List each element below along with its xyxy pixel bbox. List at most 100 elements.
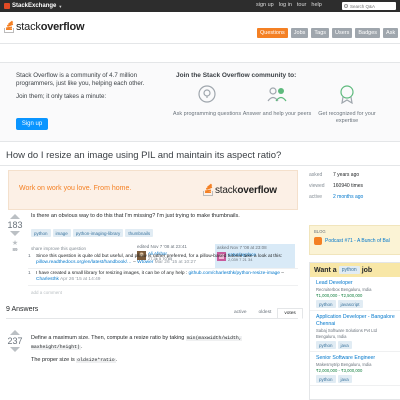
job-tag[interactable]: python <box>316 375 336 383</box>
stat-label: viewed <box>309 183 325 189</box>
nav-tags[interactable]: Tags <box>311 28 330 38</box>
job-title[interactable]: Senior Software Engineer <box>316 355 396 362</box>
comment-score: 1 <box>28 271 31 276</box>
stat-label: asked <box>309 172 323 178</box>
nav-badges[interactable]: Badges <box>355 28 381 38</box>
comment-user[interactable]: Charlesthk <box>36 277 59 282</box>
answer-vote-cell: 237 <box>7 330 23 352</box>
post-menu[interactable]: share improve this question <box>31 246 86 251</box>
ad-logo-wordmark: stackoverflow <box>215 185 277 196</box>
chat-bubble-icon <box>198 85 216 103</box>
answer-paragraph: Define a maximum size. Then, compute a r… <box>31 335 242 350</box>
job-tag[interactable]: java <box>337 341 352 349</box>
banner-intro-text: Stack Overflow is a community of 4.7 mil… <box>16 72 145 87</box>
comment-link[interactable]: github.com/charlesthk/python-resize-imag… <box>189 271 280 276</box>
question-vote-cell: 183 ★ 89 <box>7 214 23 252</box>
people-icon <box>267 87 287 102</box>
stackoverflow-logo[interactable]: stackoverflow <box>4 20 85 33</box>
nav-users[interactable]: Users <box>332 28 353 38</box>
job-tag[interactable]: python <box>316 341 336 349</box>
job-title[interactable]: Application Developer - Bangalore Chenna… <box>316 314 396 328</box>
feature-ask: Ask programming questions <box>172 84 242 118</box>
question-body: Is there an obvious way to do this that … <box>31 213 240 219</box>
job-tag[interactable]: javascript <box>337 300 363 308</box>
stat-active-link[interactable]: 2 months ago <box>333 192 363 203</box>
answer-paragraph: The proper size is oldsize*ratio. <box>31 357 118 363</box>
blog-item-title[interactable]: Podcast #71 - A Bunch of Bal <box>325 238 390 244</box>
feature-recognized: Get recognized for your expertise <box>312 84 382 125</box>
comment-date: Mar 26 '15 at 10:27 <box>154 260 196 265</box>
question-title[interactable]: How do I resize an image using PIL and m… <box>6 150 281 161</box>
feature-recognized-label: Get recognized for your expertise <box>318 111 376 124</box>
job-salary: ₹2,000,000 - ₹3,000,000 <box>316 368 363 373</box>
stat-asked: asked 7 years ago <box>309 170 399 181</box>
banner-heading: Join the Stack Overflow community to: <box>176 72 297 79</box>
comment-user[interactable]: Wtower <box>137 260 153 265</box>
job-listing[interactable]: Lead Developer Recruiterbox Bengaluru, I… <box>310 277 400 311</box>
job-listing[interactable]: Application Developer - Bangalore Chenna… <box>310 311 400 352</box>
job-company: Sabaj Software Solutions Pvt Ltd Bengalu… <box>316 328 377 339</box>
search-input[interactable] <box>350 3 394 9</box>
question-tags: python image python-imaging-library thum… <box>31 229 154 237</box>
tour-link[interactable]: tour <box>297 2 306 8</box>
asked-timestamp[interactable]: asked Nov 7 '08 at 23:08 <box>217 245 293 250</box>
feature-answer: Answer and help your peers <box>242 84 312 118</box>
site-header: stackoverflow Questions Jobs Tags Users … <box>0 12 400 44</box>
nav-jobs[interactable]: Jobs <box>290 28 309 38</box>
answers-divider <box>6 318 298 319</box>
search-icon <box>344 4 348 8</box>
favorite-star-icon[interactable]: ★ <box>7 240 23 247</box>
comment-score: 1 <box>28 254 31 259</box>
comment-body: I have created a small library for resiz… <box>36 271 284 282</box>
stackexchange-icon <box>4 3 10 9</box>
main-nav: Questions Jobs Tags Users Badges Ask <box>257 28 399 38</box>
edited-timestamp[interactable]: edited Nov 7 '08 at 23:41 <box>137 244 217 249</box>
stackexchange-label: StackExchange <box>12 3 57 9</box>
search-box[interactable] <box>342 2 396 10</box>
top-nav: sign up log in tour help <box>256 2 322 8</box>
help-link[interactable]: help <box>311 2 321 8</box>
signup-link[interactable]: sign up <box>256 2 274 8</box>
ad-logo: stackoverflow <box>203 183 277 196</box>
blog-widget: BLOG Podcast #71 - A Bunch of Bal <box>309 225 400 255</box>
comment-link[interactable]: pillow.readthedocs.org/en/latest/handboo… <box>36 260 132 265</box>
job-tag[interactable]: python <box>316 300 336 308</box>
signup-button[interactable]: Sign up <box>16 118 48 130</box>
stat-active: active 2 months ago <box>309 192 399 203</box>
job-tag[interactable]: java <box>337 375 352 383</box>
job-title[interactable]: Lead Developer <box>316 280 396 287</box>
inline-code: oldsize*ratio <box>76 358 116 363</box>
podcast-icon <box>314 237 322 245</box>
tag-image[interactable]: image <box>52 229 71 237</box>
feature-ask-label: Ask programming questions <box>172 111 242 117</box>
tag-thumbnails[interactable]: thumbnails <box>125 229 154 237</box>
job-ad-banner[interactable]: Work on work you love. From home. stacko… <box>8 170 298 210</box>
feature-answer-label: Answer and help your peers <box>242 111 312 117</box>
question-stats: asked 7 years ago viewed 160940 times ac… <box>309 170 399 203</box>
blog-item[interactable]: Podcast #71 - A Bunch of Bal <box>310 237 400 245</box>
comment-date: Apr 26 '15 at 14:49 <box>60 277 101 282</box>
banner-intro: Stack Overflow is a community of 4.7 mil… <box>16 72 156 106</box>
title-divider <box>0 165 400 166</box>
downvote-arrow-icon[interactable] <box>10 231 20 236</box>
login-link[interactable]: log in <box>279 2 292 8</box>
jobs-header: Want a python job <box>310 263 400 277</box>
stackexchange-logo[interactable]: StackExchange ▼ <box>4 2 62 10</box>
top-bar: StackExchange ▼ sign up log in tour help <box>0 0 400 12</box>
comment: 1 Since this question is quite old but u… <box>28 252 298 269</box>
tag-python[interactable]: python <box>31 229 51 237</box>
jobs-tag[interactable]: python <box>338 266 360 274</box>
stat-viewed: viewed 160940 times <box>309 181 399 192</box>
badge-icon <box>340 85 354 105</box>
comment-list: 1 Since this question is quite old but u… <box>28 252 298 286</box>
answer-vote-count: 237 <box>7 336 23 346</box>
add-comment-link[interactable]: add a comment <box>31 290 62 295</box>
banner-join-text: Join them; it only takes a minute: <box>16 93 107 100</box>
nav-questions[interactable]: Questions <box>257 28 288 38</box>
downvote-arrow-icon[interactable] <box>10 347 20 352</box>
job-listing[interactable]: Senior Software Engineer Makesmytrip Ben… <box>310 352 400 386</box>
favorite-count: 89 <box>12 247 18 252</box>
nav-ask[interactable]: Ask <box>383 28 399 38</box>
ad-tagline: Work on work you love. From home. <box>19 185 132 192</box>
tag-pil[interactable]: python-imaging-library <box>72 229 124 237</box>
